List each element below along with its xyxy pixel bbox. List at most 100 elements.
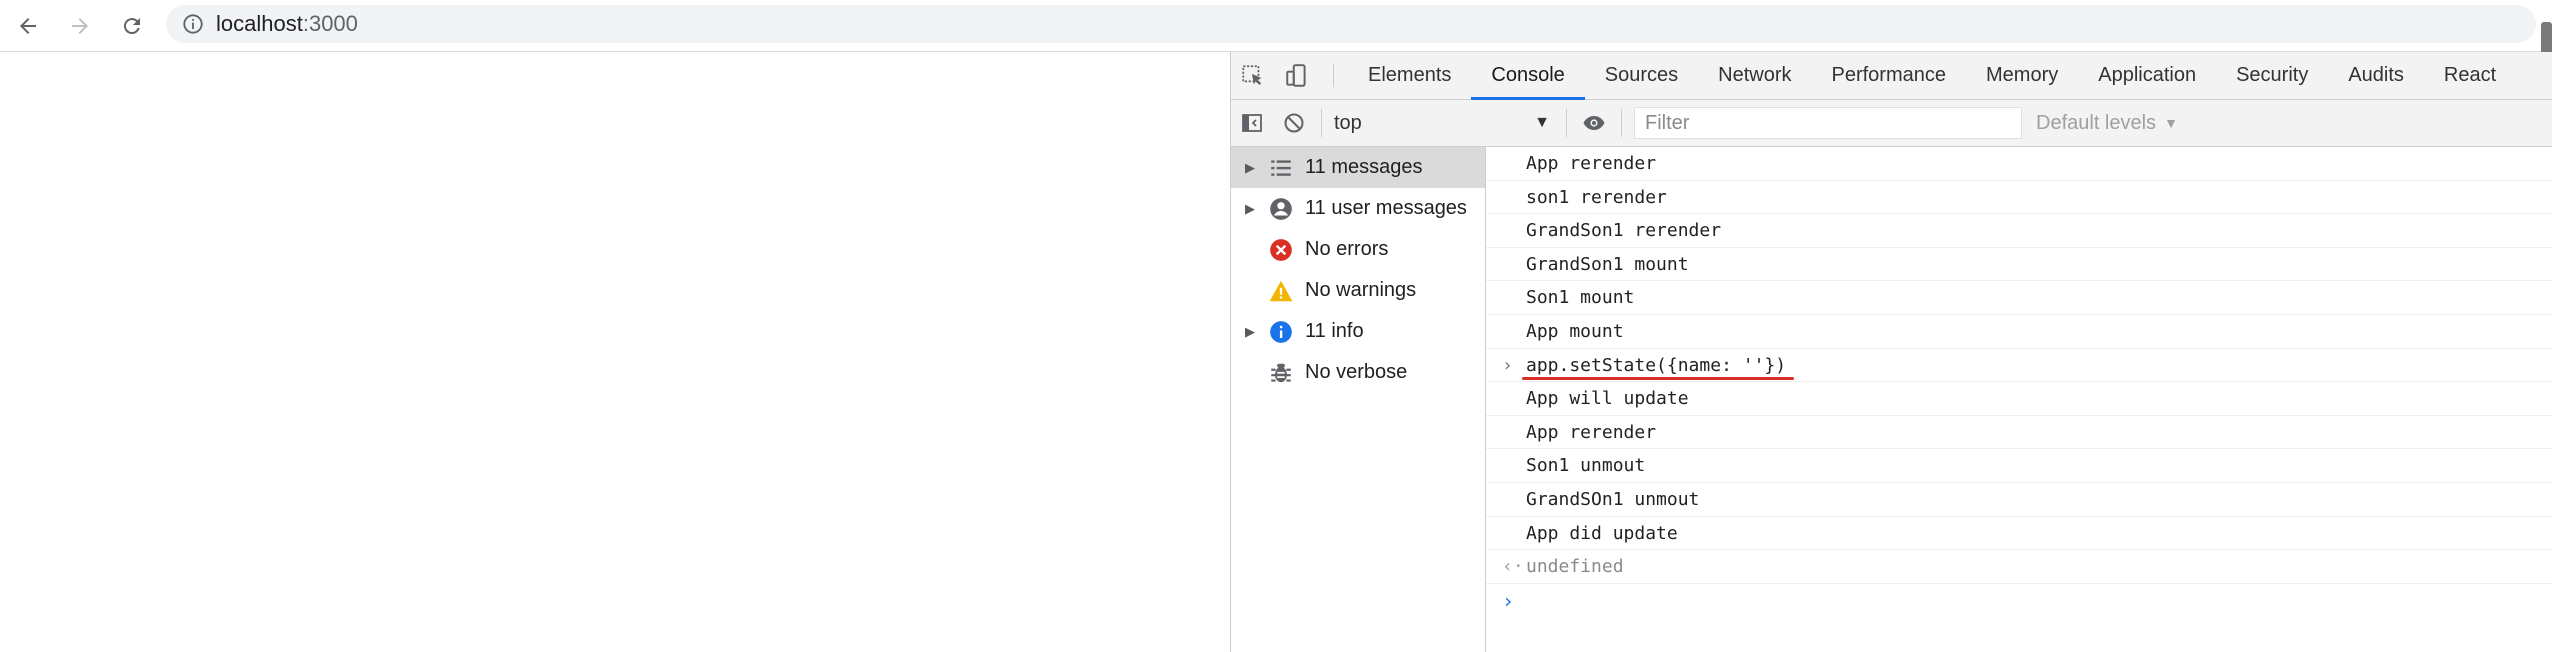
console-message: App did update [1486,517,2552,551]
tab-memory[interactable]: Memory [1966,52,2078,99]
expand-triangle-icon[interactable]: ▶ [1245,201,1259,217]
info-circle-icon[interactable] [182,13,204,35]
tab-elements[interactable]: Elements [1348,52,1471,99]
tab-label: Application [2098,64,2197,86]
console-messages: App rerender son1 rerender GrandSon1 rer… [1486,147,2552,652]
bug-icon [1267,359,1295,387]
console-message: App rerender [1486,416,2552,450]
tab-label: Sources [1604,64,1679,86]
url-port: :3000 [302,11,358,36]
console-message: App will update [1486,382,2552,416]
sidebar-item-messages[interactable]: ▶ 11 messages [1231,147,1485,188]
arrow-right-icon [72,18,88,34]
console-message: App rerender [1486,147,2552,181]
filter-input[interactable] [1634,107,2022,139]
sidebar-item-verbose[interactable]: No verbose [1231,352,1485,393]
clear-console-button[interactable] [1273,111,1315,135]
reload-icon [123,18,140,35]
address-bar[interactable]: localhost:3000 [166,5,2536,43]
console-message: GrandSOn1 unmout [1486,483,2552,517]
console-result: ‹· undefined [1486,550,2552,584]
console-prompt[interactable]: › [1486,584,2552,618]
sidebar-item-label: No verbose [1305,361,1408,383]
tab-label: React [2443,64,2497,86]
back-button[interactable] [10,8,46,44]
sidebar-item-label: No errors [1305,238,1389,260]
sidebar-toggle-icon [1242,114,1262,132]
warning-icon [1267,277,1295,305]
block-icon [1284,113,1304,133]
toolbar-divider [1566,109,1567,137]
context-value: top [1334,111,1362,134]
sidebar-item-label: 11 user messages [1305,197,1467,219]
log-levels-dropdown[interactable]: Default levels ▼ [2036,112,2178,135]
live-expression-button[interactable] [1573,111,1615,135]
input-chevron-icon: › [1502,354,1513,376]
tab-label: Console [1491,64,1565,86]
tab-label: Security [2236,64,2309,86]
toggle-sidebar-button[interactable] [1231,111,1273,135]
tab-label: Memory [1986,64,2059,86]
message-text: App rerender [1526,153,1657,174]
devtools-tabbar: Elements Console Sources Network Perform… [1231,52,2552,100]
tab-label: Network [1718,64,1792,86]
sidebar-item-info[interactable]: ▶ 11 info [1231,311,1485,352]
tab-network[interactable]: Network [1698,52,1811,99]
console-message: GrandSon1 rerender [1486,214,2552,248]
tab-label: Performance [1831,64,1947,86]
console-sidebar: ▶ 11 messages ▶ 11 user messages No erro… [1231,147,1486,652]
sidebar-item-label: No warnings [1305,279,1417,301]
console-message: son1 rerender [1486,181,2552,215]
dropdown-arrow-icon: ▼ [1534,114,1550,131]
arrow-left-icon [20,18,36,34]
dropdown-arrow-icon: ▼ [2164,115,2178,131]
url-host: localhost [216,11,303,36]
console-message: GrandSon1 mount [1486,248,2552,282]
list-icon [1267,154,1295,182]
message-text: App rerender [1526,421,1657,443]
message-text: son1 rerender [1526,186,1667,208]
tab-react[interactable]: React [2424,52,2516,99]
toolbar-divider [1321,109,1322,137]
console-input-command: › app.setState({name: ''}) [1486,349,2552,383]
red-underline-annotation [1522,377,1795,381]
sidebar-item-warnings[interactable]: No warnings [1231,270,1485,311]
inspect-element-button[interactable] [1231,52,1275,99]
message-text: undefined [1526,556,1624,578]
reload-button[interactable] [114,8,150,44]
tabbar-divider [1333,64,1334,87]
expand-triangle-icon[interactable]: ▶ [1245,324,1259,340]
tab-console[interactable]: Console [1471,52,1586,100]
console-message: Son1 mount [1486,281,2552,315]
message-text: GrandSon1 mount [1526,253,1689,275]
inspect-cursor-icon [1242,64,1262,85]
message-text: Son1 unmout [1526,455,1646,477]
tab-label: Audits [2348,64,2404,86]
forward-button[interactable] [62,8,98,44]
error-icon [1267,236,1295,264]
sidebar-item-label: 11 messages [1305,156,1423,178]
command-text-wrap: app.setState({name: ''}) [1522,349,1795,383]
levels-label: Default levels [2036,111,2157,134]
browser-toolbar: localhost:3000 [0,0,2552,72]
message-text: app.setState({name: ''}) [1526,354,1787,376]
sidebar-item-user-messages[interactable]: ▶ 11 user messages [1231,188,1485,229]
device-icon [1286,63,1306,87]
tab-application[interactable]: Application [2078,52,2216,99]
info-icon [1267,318,1295,346]
tab-audits[interactable]: Audits [2328,52,2424,99]
tab-sources[interactable]: Sources [1585,52,1698,99]
sidebar-item-errors[interactable]: No errors [1231,229,1485,270]
context-selector[interactable]: top ▼ [1328,107,1560,139]
message-text: App mount [1526,320,1624,342]
tab-performance[interactable]: Performance [1812,52,1967,99]
expand-triangle-icon[interactable]: ▶ [1245,160,1259,176]
tab-security[interactable]: Security [2216,52,2328,99]
message-text: GrandSOn1 unmout [1526,488,1700,510]
prompt-chevron-icon: › [1502,588,1515,613]
device-toolbar-button[interactable] [1275,52,1319,99]
toolbar-divider [1621,109,1622,137]
url-text: localhost:3000 [216,11,358,37]
message-text: App did update [1526,522,1678,544]
message-text: Son1 mount [1526,287,1635,309]
